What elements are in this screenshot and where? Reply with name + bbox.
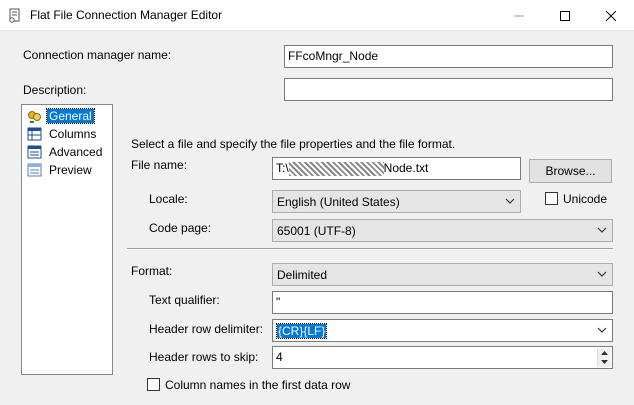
nav-item-label: Preview [49, 163, 92, 177]
format-select[interactable]: Delimited [272, 263, 613, 286]
nav-item-label: Columns [49, 127, 97, 141]
header-rows-skip-stepper[interactable]: 4 [272, 346, 613, 369]
nav-item-preview[interactable]: Preview [25, 162, 111, 179]
file-name-label: File name: [131, 158, 188, 172]
file-name-suffix: Node.txt [383, 161, 429, 175]
header-rows-skip-label: Header rows to skip: [149, 350, 259, 364]
minimize-button[interactable] [496, 0, 542, 31]
description-label: Description: [23, 83, 87, 97]
code-page-select[interactable]: 65001 (UTF-8) [272, 219, 613, 242]
format-label: Format: [131, 264, 173, 278]
code-page-label: Code page: [149, 221, 212, 235]
nav-item-label: Advanced [49, 145, 103, 159]
app-icon [9, 8, 20, 23]
text-qualifier-input[interactable]: " [272, 291, 613, 314]
title-bar: Flat File Connection Manager Editor [0, 0, 634, 31]
close-button[interactable] [588, 0, 634, 31]
text-qualifier-label: Text qualifier: [149, 293, 220, 307]
chevron-down-icon [597, 327, 607, 333]
arrow-up-icon [601, 350, 608, 355]
header-row-delim-label: Header row delimiter: [149, 322, 264, 336]
page-nav-list: General Columns Advanced Preview [21, 104, 113, 375]
preview-icon [27, 163, 42, 177]
general-icon [28, 111, 41, 123]
conn-name-input[interactable]: FFcoMngr_Node [284, 45, 613, 68]
columns-icon [27, 127, 42, 141]
locale-label: Locale: [149, 192, 188, 206]
nav-item-label: General [46, 108, 95, 124]
chevron-down-icon [597, 227, 607, 233]
conn-name-label: Connection manager name: [23, 48, 172, 62]
unicode-label: Unicode [563, 192, 608, 206]
description-input[interactable] [284, 78, 613, 101]
column-names-label: Column names in the first data row [165, 378, 351, 392]
file-name-input[interactable]: T:\ Node.txt [272, 157, 521, 180]
chevron-down-icon [597, 271, 607, 277]
spin-up-button[interactable] [598, 348, 611, 357]
spin-buttons[interactable] [597, 348, 611, 367]
minimize-icon [514, 15, 524, 16]
chevron-down-icon [505, 198, 515, 204]
header-row-delim-value: {CR}{LF} [275, 323, 328, 339]
spin-down-button[interactable] [598, 357, 611, 366]
close-icon [606, 10, 616, 21]
redacted-path [288, 161, 384, 176]
file-name-prefix: T:\ [276, 161, 289, 175]
column-names-checkbox[interactable] [147, 378, 160, 391]
section-divider [127, 248, 613, 250]
locale-select[interactable]: English (United States) [272, 190, 521, 213]
arrow-down-icon [601, 359, 608, 364]
unicode-checkbox[interactable] [545, 192, 558, 205]
format-value: Delimited [277, 268, 328, 282]
intro-text: Select a file and specify the file prope… [131, 137, 456, 151]
advanced-icon [27, 145, 42, 159]
nav-item-advanced[interactable]: Advanced [25, 144, 111, 161]
browse-button[interactable]: Browse... [529, 159, 612, 183]
locale-value: English (United States) [277, 195, 400, 209]
window-title: Flat File Connection Manager Editor [30, 8, 223, 22]
code-page-value: 65001 (UTF-8) [277, 224, 356, 238]
header-rows-skip-value: 4 [276, 350, 283, 364]
maximize-icon [560, 10, 570, 21]
maximize-button[interactable] [542, 0, 588, 31]
header-row-delim-select[interactable]: {CR}{LF} [272, 319, 613, 342]
nav-item-general[interactable]: General [25, 108, 111, 125]
nav-item-columns[interactable]: Columns [25, 126, 111, 143]
